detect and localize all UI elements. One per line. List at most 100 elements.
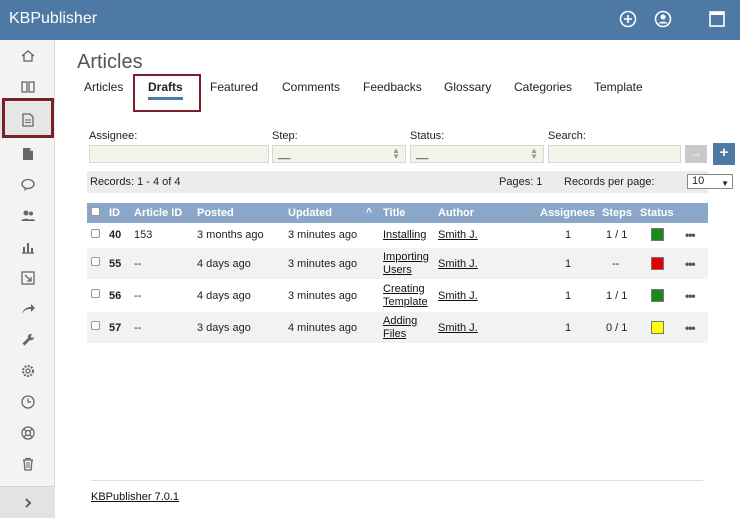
row-title-link-line2[interactable]: Template [383,296,428,308]
row-title-link[interactable]: Installing [383,229,426,241]
row-assignees: 1 [565,258,572,270]
tab-template[interactable]: Template [594,80,643,94]
select-all-checkbox[interactable] [91,207,100,216]
sidebar-item-reports[interactable] [0,231,55,262]
row-assignees: 1 [565,290,572,302]
trash-icon [22,457,33,471]
row-author-link[interactable]: Smith J. [438,258,478,270]
tab-comments[interactable]: Comments [282,80,340,94]
table-row[interactable]: 55 -- 4 days ago 3 minutes ago Importing… [87,248,708,280]
users-icon [21,210,35,221]
sidebar-item-tools[interactable] [0,324,55,355]
row-article-id: 153 [134,229,153,241]
sidebar-item-export[interactable] [0,293,55,324]
row-author-link[interactable]: Smith J. [438,322,478,334]
row-checkbox[interactable] [91,229,100,238]
row-checkbox[interactable] [91,257,100,266]
sidebar-expand-button[interactable] [0,486,55,518]
row-article-id: -- [134,258,142,270]
table-row[interactable]: 57 -- 3 days ago 4 minutes ago Adding Fi… [87,312,708,344]
sidebar-item-logs[interactable] [0,386,55,417]
sidebar-item-feedback[interactable] [0,169,55,200]
status-indicator [651,228,664,241]
table-header: ID Article ID Posted Updated ^ Title Aut… [87,203,708,223]
records-per-page-value: 10 [692,175,705,187]
gear-icon [21,364,34,377]
row-id: 56 [109,290,122,302]
status-indicator [651,321,664,334]
step-label: Step: [272,130,298,142]
step-select[interactable]: __ ▲ ▼ [272,145,406,163]
row-title-link-line2[interactable]: Users [383,264,412,276]
version-link[interactable]: KBPublisher 7.0.1 [91,491,179,503]
plus-circle-icon[interactable] [619,10,637,28]
row-updated: 4 minutes ago [288,322,358,334]
share-icon [21,303,35,314]
pages-indicator: Pages: 1 [499,176,543,188]
wrench-icon [22,333,34,345]
row-id: 55 [109,258,122,270]
row-posted: 3 days ago [197,322,251,334]
user-circle-icon[interactable] [654,10,672,28]
row-title-link[interactable]: Creating [383,283,425,295]
app-title[interactable]: KBPublisher [9,10,97,28]
row-author-link[interactable]: Smith J. [438,290,478,302]
row-actions-menu[interactable]: ••• [685,257,696,271]
table-row[interactable]: 40 153 3 months ago 3 minutes ago Instal… [87,223,708,248]
tab-glossary[interactable]: Glossary [444,80,491,94]
search-label: Search: [548,130,586,142]
sidebar-item-users[interactable] [0,200,55,231]
footer-divider [91,480,703,481]
row-title-link-line2[interactable]: Files [383,328,406,340]
tab-articles[interactable]: Articles [84,80,123,94]
tab-feedbacks[interactable]: Feedbacks [363,80,422,94]
row-updated: 3 minutes ago [288,290,358,302]
col-id[interactable]: ID [109,207,120,219]
tab-categories[interactable]: Categories [514,80,572,94]
tab-drafts-highlight [133,74,201,112]
row-title-link[interactable]: Adding [383,315,417,327]
sidebar-item-home[interactable] [0,40,55,71]
col-title[interactable]: Title [383,207,405,219]
row-steps: 0 / 1 [606,322,628,334]
col-steps[interactable]: Steps [602,207,632,219]
row-author-link[interactable]: Smith J. [438,229,478,241]
row-assignees: 1 [565,229,572,241]
col-updated[interactable]: Updated [288,207,332,219]
row-actions-menu[interactable]: ••• [685,321,696,335]
sidebar-item-help[interactable] [0,417,55,448]
add-button[interactable]: + [713,143,735,165]
row-article-id: -- [134,290,142,302]
sidebar-item-import[interactable] [0,262,55,293]
sort-asc-icon: ^ [366,207,372,218]
page-title: Articles [77,51,143,73]
row-checkbox[interactable] [91,289,100,298]
records-per-page-select[interactable]: 10 ▼ [687,174,733,189]
sidebar-item-settings[interactable] [0,355,55,386]
col-status[interactable]: Status [640,207,674,219]
search-go-button[interactable]: → [685,145,707,163]
table-row[interactable]: 56 -- 4 days ago 3 minutes ago Creating … [87,280,708,312]
records-bar: Records: 1 - 4 of 4 Pages: 1 Records per… [87,171,733,193]
row-title-link[interactable]: Importing [383,251,429,263]
lifebuoy-icon [20,425,35,440]
row-checkbox[interactable] [91,321,100,330]
row-actions-menu[interactable]: ••• [685,228,696,242]
col-author[interactable]: Author [438,207,474,219]
clock-icon [20,394,35,409]
search-input[interactable] [548,145,681,163]
status-select[interactable]: __ ▲ ▼ [410,145,544,163]
window-icon[interactable] [708,10,726,28]
sidebar-item-files[interactable] [0,138,55,169]
row-actions-menu[interactable]: ••• [685,289,696,303]
col-article-id[interactable]: Article ID [134,207,182,219]
col-posted[interactable]: Posted [197,207,234,219]
home-icon [21,49,34,62]
row-article-id: -- [134,322,142,334]
row-posted: 4 days ago [197,290,251,302]
row-steps: 1 / 1 [606,290,628,302]
sidebar-item-trash[interactable] [0,448,55,479]
col-assignees[interactable]: Assignees [540,207,595,219]
assignee-input[interactable] [89,145,269,163]
tab-featured[interactable]: Featured [210,80,258,94]
